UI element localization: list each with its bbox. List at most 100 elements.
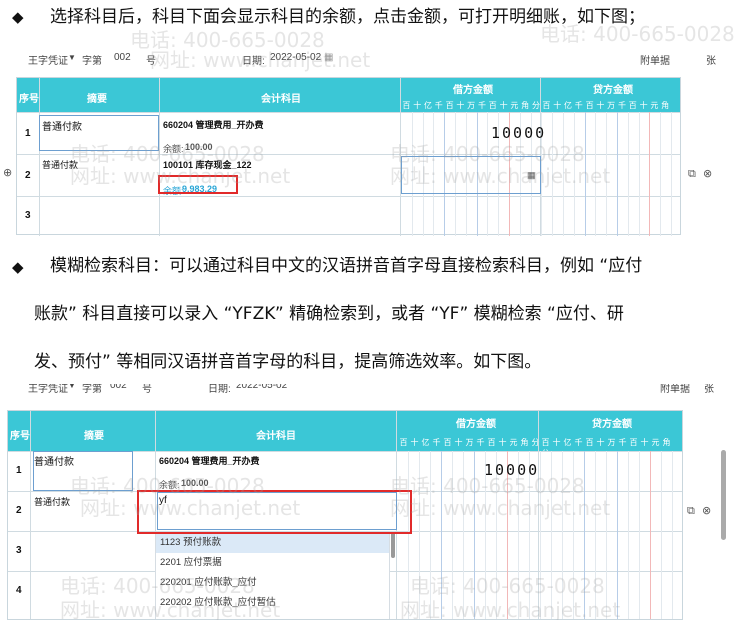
- voucher-type-select[interactable]: 王字凭证: [28, 384, 68, 395]
- voucher-number[interactable]: 002: [110, 384, 127, 391]
- summary-focus-box: [33, 451, 133, 491]
- digit-label: 千: [476, 438, 485, 447]
- amount-grid: [397, 451, 682, 619]
- digit-label: 千: [617, 101, 626, 110]
- summary-header: 摘要: [84, 431, 104, 442]
- row-balance[interactable]: 100.00: [181, 478, 209, 488]
- grid-line: [463, 451, 464, 619]
- zi-label: 字第: [82, 384, 102, 395]
- digit-label: 角: [520, 438, 529, 447]
- digit-label: 千: [618, 438, 627, 447]
- account-suggestion-list[interactable]: 1123 预付账款 2201 应付票据 220201 应付账款_应付 22020…: [155, 532, 390, 619]
- grid-line: [606, 112, 608, 236]
- digit-label: 百: [542, 101, 551, 110]
- row-seq: 2: [16, 505, 22, 516]
- calculator-icon[interactable]: ▦: [527, 170, 536, 181]
- row-debit-amount[interactable]: 10000: [491, 124, 546, 142]
- grid-line: [419, 451, 420, 619]
- instruction-2-line-3: 发、预付” 等相同汉语拼音首字母的科目，提高筛选效率。如下图。: [34, 352, 542, 372]
- instruction-1: ◆ 选择科目后，科目下面会显示科目的余额，点击金额，可打开明细账，如下图；: [12, 7, 738, 29]
- grid-line: [606, 451, 607, 619]
- digit-label: 百: [445, 101, 454, 110]
- date-label: 日期:: [242, 56, 265, 67]
- grid-line: [474, 451, 475, 619]
- voucher-number[interactable]: 002: [114, 52, 131, 63]
- search-highlight: [137, 490, 412, 534]
- grid-line: [617, 112, 618, 236]
- debit-header: 借方金额: [456, 419, 496, 430]
- row-seq: 3: [25, 210, 31, 221]
- row-account[interactable]: 660204 管理费用_开办费: [163, 118, 264, 131]
- copy-icon[interactable]: ⧉: [687, 504, 695, 518]
- row-balance-label: 余额:: [163, 144, 184, 154]
- suggestion-item[interactable]: 220202 应付账款_应付暂估: [156, 593, 389, 613]
- credit-header: 贷方金额: [592, 419, 632, 430]
- grid-line: [430, 451, 431, 619]
- row-seq: 1: [25, 128, 31, 139]
- hao-label: 号: [146, 56, 156, 67]
- attach-label: 附单据: [660, 384, 690, 395]
- seq-header: 序号: [10, 431, 30, 442]
- grid-line: [452, 451, 453, 619]
- add-row-icon[interactable]: ⊕: [3, 166, 12, 179]
- row-seq: 2: [25, 170, 31, 181]
- instruction-2: ◆ 模糊检索科目：可以通过科目中文的汉语拼音首字母直接检索科目，例如 “应付 账…: [12, 256, 738, 372]
- date-label: 日期:: [208, 384, 231, 395]
- seq-header: 序号: [19, 94, 39, 105]
- chevron-down-icon[interactable]: ▼: [68, 53, 76, 62]
- attach-label: 附单据: [640, 56, 670, 67]
- delete-icon[interactable]: ⊗: [703, 167, 712, 180]
- digit-label: 千: [432, 438, 441, 447]
- digit-label: 百: [628, 101, 637, 110]
- copy-icon[interactable]: ⧉: [688, 167, 696, 181]
- date-field[interactable]: 2022-05-02: [236, 384, 287, 391]
- debit-active-cell[interactable]: [401, 156, 541, 194]
- date-field[interactable]: 2022-05-02: [270, 52, 321, 63]
- digit-label: 万: [465, 438, 474, 447]
- suggestion-item[interactable]: 220201 应付账款_应付: [156, 573, 389, 593]
- account-header: 会计科目: [256, 431, 296, 442]
- digit-label: 百: [629, 438, 638, 447]
- grid-line: [650, 451, 651, 619]
- row-account[interactable]: 660204 管理费用_开办费: [159, 454, 260, 467]
- account-header: 会计科目: [261, 94, 301, 105]
- grid-line: [628, 451, 629, 619]
- row-summary[interactable]: 普通付款: [42, 158, 78, 171]
- calendar-icon[interactable]: ▦: [324, 52, 333, 63]
- voucher-type-select[interactable]: 王字凭证: [28, 52, 68, 67]
- instruction-2-line-2: 账款” 科目直接可以录入 “YFZK” 精确检索到，或者 “YF” 模糊检索 “…: [34, 304, 624, 324]
- dropdown-scrollbar[interactable]: [391, 532, 395, 558]
- suggestion-item[interactable]: 1123 预付账款: [156, 533, 389, 553]
- zhang-label: 张: [706, 56, 716, 67]
- table-scrollbar[interactable]: [721, 450, 726, 540]
- digit-label: 角: [521, 101, 530, 110]
- grid-line: [551, 451, 552, 619]
- grid-line: [552, 112, 554, 236]
- row-balance[interactable]: 100.00: [185, 142, 213, 152]
- row-summary[interactable]: 普通付款: [34, 495, 70, 508]
- row-debit-amount[interactable]: 10000: [484, 461, 539, 479]
- digit-label: 百: [402, 101, 411, 110]
- grid-line: [562, 451, 563, 619]
- digit-label: 十: [410, 438, 419, 447]
- digit-label: 十: [456, 101, 465, 110]
- grid-line: [671, 112, 672, 236]
- digit-label: 百: [541, 438, 550, 447]
- zi-label: 字第: [82, 56, 102, 67]
- grid-line: [540, 451, 541, 619]
- diamond-bullet-icon: ◆: [12, 258, 24, 276]
- grid-line: [408, 451, 409, 619]
- delete-icon[interactable]: ⊗: [702, 504, 711, 517]
- digit-label: 元: [651, 438, 660, 447]
- grid-line: [627, 112, 629, 236]
- row-account[interactable]: 100101 库存现金_122: [163, 158, 252, 171]
- digit-label: 元: [509, 438, 518, 447]
- digit-label: 万: [607, 438, 616, 447]
- grid-line: [573, 112, 575, 236]
- suggestion-item[interactable]: 2201 应付票据: [156, 553, 389, 573]
- digit-label: 亿: [423, 101, 432, 110]
- voucher-table-2: 序号 摘要 会计科目 借方金额 贷方金额 百十亿千百十万千百十元角分 百十亿千百…: [7, 410, 683, 620]
- instruction-1-text: 选择科目后，科目下面会显示科目的余额，点击金额，可打开明细账，如下图；: [50, 7, 645, 27]
- chevron-down-icon[interactable]: ▼: [68, 384, 76, 390]
- grid-line: [649, 112, 651, 236]
